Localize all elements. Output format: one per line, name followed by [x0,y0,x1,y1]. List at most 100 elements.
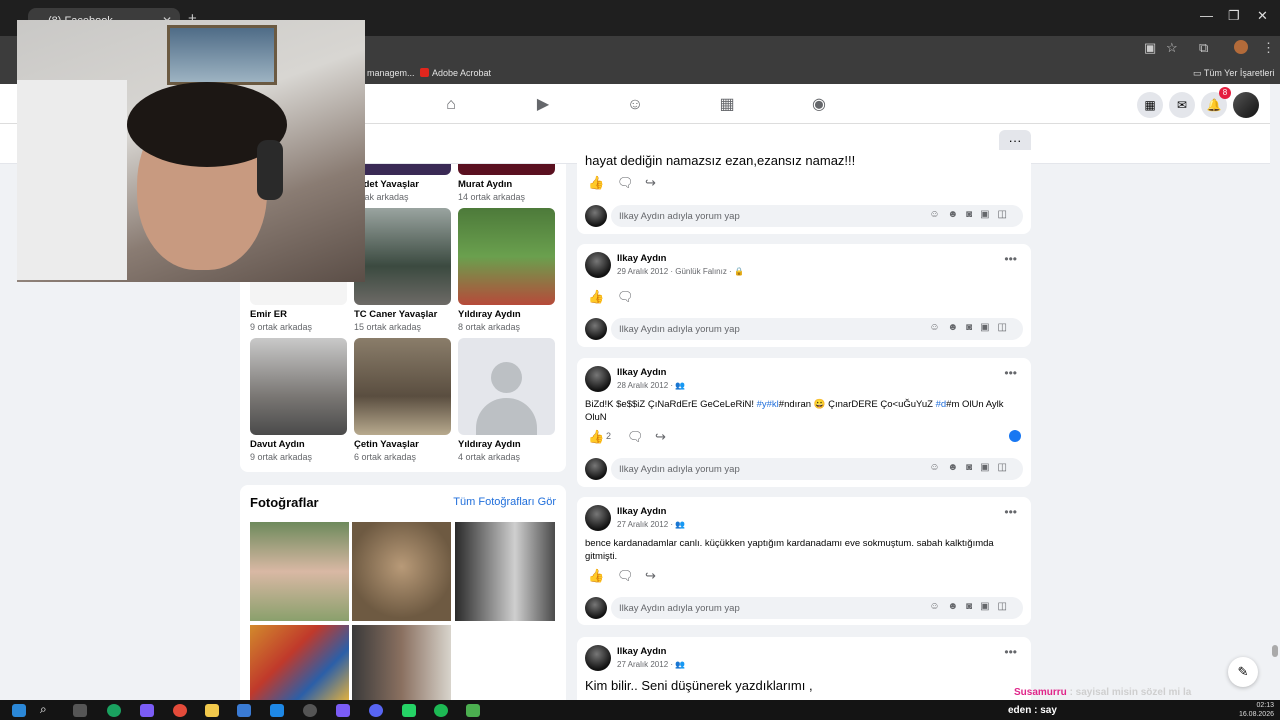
app-icon[interactable] [270,704,284,717]
post-author[interactable]: Ilkay Aydın [617,646,666,657]
comment-tool-icons[interactable]: ☺☻◙▣◫ [929,209,1015,220]
post-date[interactable]: 29 Aralık 2012 · Günlük Falınız · 🔒 [617,267,744,276]
extensions-icon[interactable]: ⧉ [1199,40,1208,56]
post-author[interactable]: Ilkay Aydın [617,253,666,264]
friend-name[interactable]: Yıldıray Aydın [458,309,555,320]
friend-item[interactable]: TC Caner Yavaşlar 15 ortak arkadaş [354,208,451,332]
like-icon[interactable]: 👍 [588,568,604,584]
friend-name[interactable]: Emir ER [250,309,347,320]
bookmark-managem[interactable]: managem... [367,68,415,78]
star-icon[interactable]: ☆ [1166,40,1178,56]
like-icon[interactable]: 👍 [588,175,604,191]
bookmark-adobe-acrobat[interactable]: Adobe Acrobat [420,68,491,78]
profile-avatar[interactable] [1233,92,1259,118]
friends-icon[interactable]: ☺ [626,96,644,114]
friend-photo[interactable] [354,164,451,175]
friend-name[interactable]: Murat Aydın [458,179,555,190]
hashtag[interactable]: #kl [767,399,779,410]
friend-name[interactable]: Çetin Yavaşlar [354,439,451,450]
friend-name[interactable]: Yıldıray Aydın [458,439,555,450]
friend-name[interactable]: Sadet Yavaşlar [352,179,451,190]
restore-button[interactable]: ❐ [1228,8,1240,24]
photo-thumb[interactable] [352,522,451,621]
close-window-button[interactable]: ✕ [1257,8,1268,24]
menu-icon[interactable]: ⋮ [1262,40,1275,56]
comment-tool-icons[interactable]: ☺☻◙▣◫ [929,601,1015,612]
post-date[interactable]: 27 Aralık 2012 · 👥 [617,520,685,529]
chrome-icon[interactable] [173,704,187,717]
comment-icon[interactable]: 🗨 [617,568,634,584]
friend-item[interactable]: Yıldıray Aydın 8 ortak arkadaş [458,208,555,332]
comment-icon[interactable]: 🗨 [627,429,644,445]
app-icon[interactable] [140,704,154,717]
video-icon[interactable]: ▶ [534,96,552,114]
like-icon[interactable]: 👍 [588,289,604,305]
share-icon[interactable]: ↪ [645,175,656,191]
file-explorer-icon[interactable] [205,704,219,717]
minimize-button[interactable]: — [1200,8,1213,23]
post-options-icon[interactable]: ••• [1004,366,1017,380]
post-options-icon[interactable]: ••• [1004,252,1017,266]
post-avatar[interactable] [585,505,611,531]
all-bookmarks[interactable]: ▭ Tüm Yer İşaretleri [1193,68,1274,79]
comment-input[interactable]: Ilkay Aydın adıyla yorum yap ☺☻◙▣◫ [611,318,1023,340]
menu-grid-icon[interactable]: ▦ [1137,92,1163,118]
post-options-icon[interactable]: ••• [1004,505,1017,519]
friend-item[interactable]: Davut Aydın 9 ortak arkadaş [250,338,347,462]
task-view-icon[interactable] [73,704,87,717]
whatsapp-icon[interactable] [402,704,416,717]
comment-input[interactable]: Ilkay Aydın adıyla yorum yap ☺☻◙▣◫ [611,597,1023,619]
like-reaction-icon[interactable] [1009,430,1021,442]
default-avatar-icon[interactable] [458,338,555,435]
friend-photo[interactable] [250,338,347,435]
post-date[interactable]: 27 Aralık 2012 · 👥 [617,660,685,669]
friend-photo[interactable] [458,208,555,305]
messenger-icon[interactable]: ✉ [1169,92,1195,118]
hashtag[interactable]: #y [757,399,767,410]
photo-thumb[interactable] [352,625,451,700]
home-icon[interactable]: ⌂ [442,96,460,114]
friend-item[interactable]: Sadet Yavaşlar ortak arkadaş [352,164,451,202]
post-avatar[interactable] [585,252,611,278]
comment-icon[interactable]: 🗨 [617,289,634,305]
like-icon[interactable]: 👍 [588,429,604,445]
groups-icon[interactable]: ◉ [810,96,828,114]
post-author[interactable]: Ilkay Aydın [617,506,666,517]
app-icon[interactable] [466,704,480,717]
comment-input[interactable]: Ilkay Aydın adıyla yorum yap ☺☻◙▣◫ [611,205,1023,227]
post-avatar[interactable] [585,366,611,392]
comment-tool-icons[interactable]: ☺☻◙▣◫ [929,322,1015,333]
share-icon[interactable]: ↪ [655,429,666,445]
friend-photo[interactable] [354,338,451,435]
marketplace-icon[interactable]: ▦ [718,96,736,114]
share-icon[interactable]: ↪ [645,568,656,584]
store-icon[interactable] [237,704,251,717]
app-icon[interactable] [336,704,350,717]
post-author[interactable]: Ilkay Aydın [617,367,666,378]
friend-name[interactable]: Davut Aydın [250,439,347,450]
spotify-icon[interactable] [434,704,448,717]
comment-tool-icons[interactable]: ☺☻◙▣◫ [929,462,1015,473]
friend-name[interactable]: TC Caner Yavaşlar [354,309,451,320]
see-all-photos-link[interactable]: Tüm Fotoğrafları Gör [453,496,556,508]
friend-item[interactable]: Çetin Yavaşlar 6 ortak arkadaş [354,338,451,462]
friend-item[interactable]: Murat Aydın 14 ortak arkadaş [458,164,555,202]
cast-icon[interactable]: ▣ [1144,40,1156,56]
browser-profile-avatar[interactable] [1234,40,1248,54]
friend-photo[interactable] [354,208,451,305]
discord-icon[interactable] [369,704,383,717]
new-message-icon[interactable]: ✎ [1228,657,1258,687]
search-icon[interactable]: ⌕ [40,702,54,716]
app-icon[interactable] [303,704,317,717]
system-clock[interactable]: 02:13 16.08.2026 [1239,701,1274,719]
post-avatar[interactable] [585,645,611,671]
friend-item[interactable]: Yıldıray Aydın 4 ortak arkadaş [458,338,555,462]
post-date[interactable]: 28 Aralık 2012 · 👥 [617,381,685,390]
photo-thumb[interactable] [250,625,349,700]
edge-icon[interactable] [107,704,121,717]
comment-input[interactable]: Ilkay Aydın adıyla yorum yap ☺☻◙▣◫ [611,458,1023,480]
post-options-icon[interactable]: ••• [1004,645,1017,659]
start-icon[interactable] [12,704,26,717]
friend-photo[interactable] [458,164,555,175]
comment-icon[interactable]: 🗨 [617,175,634,191]
